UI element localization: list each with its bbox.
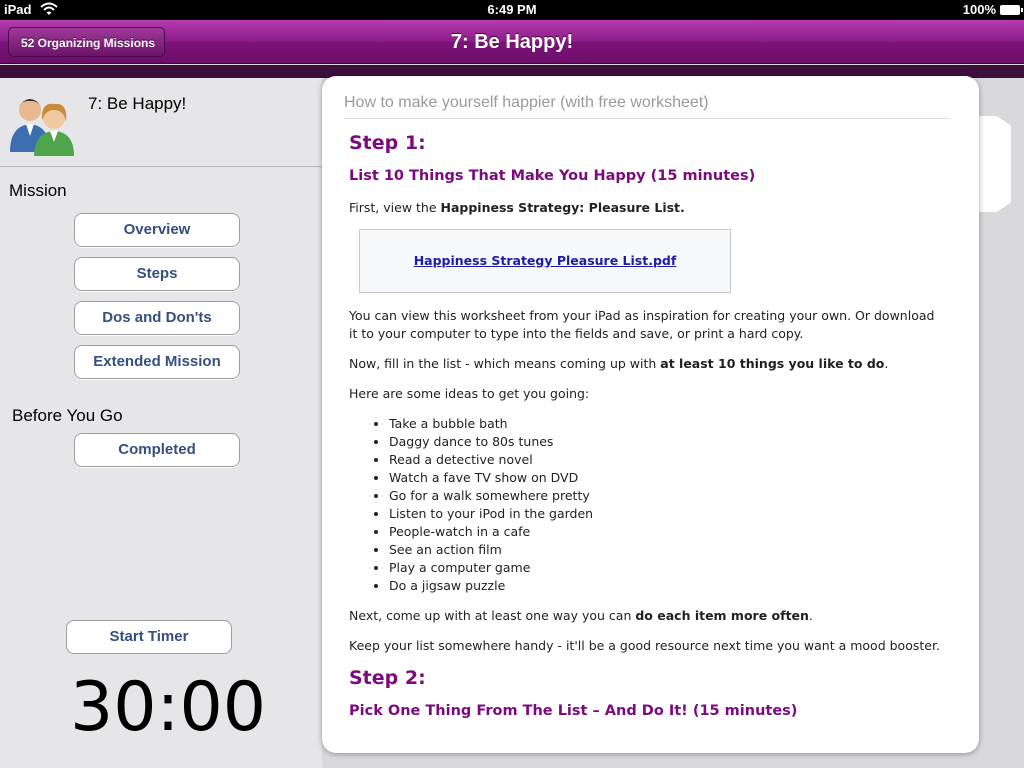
paragraph-text: .	[884, 356, 889, 371]
list-item: Do a jigsaw puzzle	[389, 577, 944, 595]
battery-icon	[1000, 5, 1023, 15]
status-bar: iPad 6:49 PM 100%	[0, 0, 1024, 20]
step-2-subheading: Pick One Thing From The List – And Do It…	[349, 703, 798, 719]
people-avatar-icon	[10, 99, 74, 156]
list-item: Watch a fave TV show on DVD	[389, 469, 944, 487]
battery-percent: 100%	[962, 2, 996, 17]
mission-sidebar: 7: Be Happy! Mission Overview Steps Dos …	[0, 78, 322, 768]
paragraph: Here are some ideas to get you going:	[349, 386, 590, 401]
pdf-attachment-box: Happiness Strategy Pleasure List.pdf	[359, 229, 731, 293]
ideas-list: Take a bubble bath Daggy dance to 80s tu…	[389, 415, 944, 595]
completed-button[interactable]: Completed	[74, 433, 240, 467]
before-you-go-label: Before You Go	[12, 406, 123, 425]
step-2-heading: Step 2:	[349, 667, 426, 689]
list-item: See an action film	[389, 541, 944, 559]
content-card[interactable]: How to make yourself happier (with free …	[322, 76, 979, 753]
paragraph-text: First, view the	[349, 200, 441, 215]
paragraph-text: Now, fill in the list - which means comi…	[349, 356, 661, 371]
paragraph: Next, come up with at least one way you …	[349, 607, 944, 625]
timer-display: 30:00	[70, 668, 266, 747]
divider	[0, 166, 322, 167]
extended-mission-button[interactable]: Extended Mission	[74, 345, 240, 379]
paragraph-text: .	[808, 608, 813, 623]
list-item: Read a detective novel	[389, 451, 944, 469]
list-item: Play a computer game	[389, 559, 944, 577]
mission-section-label: Mission	[9, 181, 67, 200]
overview-button[interactable]: Overview	[74, 213, 240, 247]
paragraph: You can view this worksheet from your iP…	[349, 308, 935, 341]
mission-title: 7: Be Happy!	[88, 94, 187, 113]
article-title: How to make yourself happier (with free …	[344, 94, 950, 119]
paragraph-text: Next, come up with at least one way you …	[349, 608, 636, 623]
paragraph-bold: at least 10 things you like to do	[660, 356, 885, 371]
navigation-bar: 52 Organizing Missions 7: Be Happy!	[0, 20, 1024, 64]
step-1-subheading: List 10 Things That Make You Happy (15 m…	[349, 168, 756, 184]
dos-and-donts-button[interactable]: Dos and Don'ts	[74, 301, 240, 335]
start-timer-button[interactable]: Start Timer	[66, 620, 232, 654]
list-item: Listen to your iPod in the garden	[389, 505, 944, 523]
nav-title: 7: Be Happy!	[450, 31, 574, 53]
paragraph: Keep your list somewhere handy - it'll b…	[349, 638, 940, 653]
step-1-heading: Step 1:	[349, 132, 426, 154]
list-item: People-watch in a cafe	[389, 523, 944, 541]
list-item: Take a bubble bath	[389, 415, 944, 433]
list-item: Go for a walk somewhere pretty	[389, 487, 944, 505]
list-item: Daggy dance to 80s tunes	[389, 433, 944, 451]
paragraph: Now, fill in the list - which means comi…	[349, 355, 944, 373]
paragraph-bold: Happiness Strategy: Pleasure List.	[440, 200, 685, 215]
article-body: Step 1: List 10 Things That Make You Hap…	[349, 132, 944, 734]
paragraph-bold: do each item more often	[635, 608, 809, 623]
paragraph: First, view the Happiness Strategy: Plea…	[349, 199, 944, 217]
clock: 6:49 PM	[487, 2, 537, 17]
steps-button[interactable]: Steps	[74, 257, 240, 291]
pdf-link[interactable]: Happiness Strategy Pleasure List.pdf	[414, 252, 677, 270]
card-page-tab	[975, 116, 1011, 212]
